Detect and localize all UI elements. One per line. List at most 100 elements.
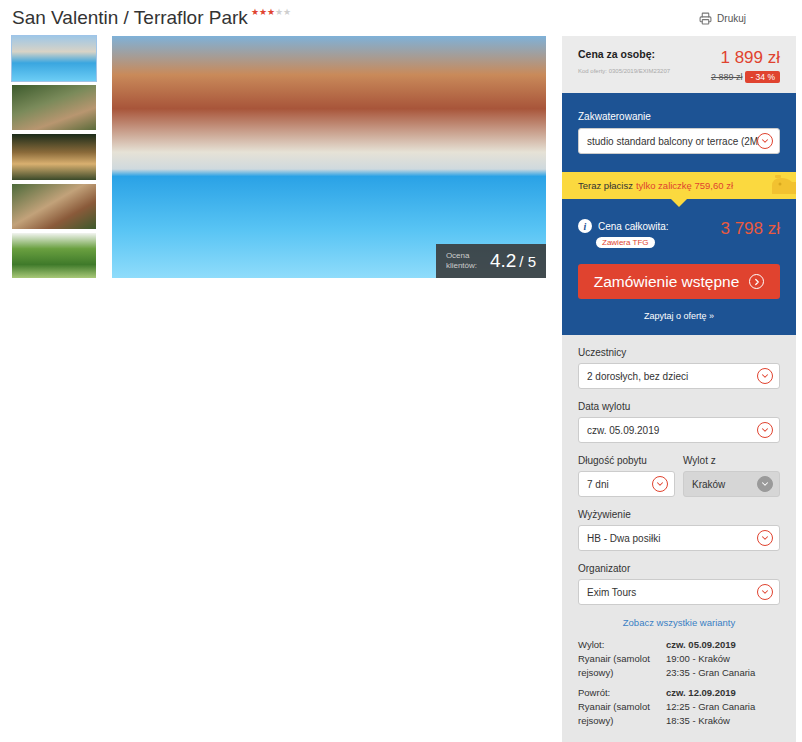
flight-segment: 18:35 - Kraków [666,714,780,728]
flight-label: Powrót: [578,686,654,700]
form-field: Długość pobytu 7 dni [578,455,675,497]
thumbnail[interactable] [12,233,96,278]
booking-panel: Cena za osobę: Kod oferty: 0305/2019/EXIM… [562,36,796,742]
field-label: Uczestnicy [578,347,780,358]
offer-page: San Valentin / Terraflor Park★★★★★Drukuj… [0,0,802,742]
select-value: Exim Tours [587,587,636,598]
deposit-text: Teraz płacisz [578,180,633,191]
flight-segment: 19:00 - Kraków [666,652,780,666]
field-select[interactable]: czw. 05.09.2019 [578,417,780,443]
piggy-bank-icon [766,172,796,199]
total-value: 3 798 zł [720,219,780,239]
old-price-row: 2 889 zł- 34 % [711,71,780,83]
field-select[interactable]: Exim Tours [578,579,780,605]
flight-date: czw. 05.09.2019 [666,638,780,652]
form-field: Wylot z Kraków [683,455,780,497]
print-label: Drukuj [717,13,746,24]
print-link[interactable]: Drukuj [699,12,746,25]
title-block: San Valentin / Terraflor Park★★★★★ [12,7,291,29]
star-icon: ★ [267,8,275,17]
gallery: Ocena klientów:4.2/ 5 [12,36,546,278]
total-section: i Cena całkowita: Zawiera TFG 3 798 zł Zamów… [562,199,796,335]
select-value: Kraków [692,479,725,490]
price-value: 1 899 zł [720,48,780,68]
rating-scale: / 5 [519,253,536,270]
thumbnail[interactable] [12,36,96,81]
star-icon: ★ [259,8,267,17]
flight-list: Wylot:Ryanair (samolot rejsowy)czw. 05.0… [578,638,780,728]
deposit-strip: Teraz płacisztylko zaliczkę 759,60 zł [562,172,796,199]
rating-label: Ocena klientów: [446,251,482,270]
chevron-down-icon [757,133,773,149]
chevron-down-icon [757,368,773,384]
flight: Wylot:Ryanair (samolot rejsowy) czw. 05.0… [578,638,780,680]
form-field: Data wylotu czw. 05.09.2019 [578,401,780,443]
variants-link[interactable]: Zobacz wszystkie warianty [578,617,780,628]
accommodation-select[interactable]: studio standard balcony or terrace (2MZ) [578,128,780,154]
chevron-down-icon [757,422,773,438]
price-label: Cena za osobę: [578,48,670,60]
flight: Powrót:Ryanair (samolot rejsowy) czw. 12.… [578,686,780,728]
thumbnail[interactable] [12,85,96,130]
form-row: Organizator Exim Tours [578,563,780,605]
select-value: HB - Dwa posiłki [587,533,660,544]
chevron-down-icon [652,476,668,492]
printer-icon [699,12,712,25]
total-label: Cena całkowita: [598,221,669,232]
total-row: i Cena całkowita: Zawiera TFG 3 798 zł [578,219,780,248]
ask-link[interactable]: Zapytaj o ofertę » [578,311,780,321]
chevron-down-icon [757,530,773,546]
flight-carrier: Ryanair (samolot rejsowy) [578,700,654,728]
form-field: Wyżywienie HB - Dwa posiłki [578,509,780,551]
accommodation-label: Zakwaterowanie [578,111,780,122]
flight-carrier: Ryanair (samolot rejsowy) [578,652,654,680]
field-label: Wylot z [683,455,780,466]
form-row: Długość pobytu 7 dni Wylot z Kraków [578,455,780,497]
star-icon: ★ [275,8,283,17]
flight-segment: 12:25 - Gran Canaria [666,700,780,714]
field-label: Data wylotu [578,401,780,412]
price-values: 1 899 zł 2 889 zł- 34 % [711,48,780,83]
star-icon: ★ [283,8,291,17]
star-rating: ★★★★★ [251,8,291,17]
offer-code: Kod oferty: 0305/2019/EXIM23207 [578,68,670,74]
field-select: Kraków [683,471,780,497]
field-label: Organizator [578,563,780,574]
thumbnail-list [12,36,96,278]
main-photo[interactable]: Ocena klientów:4.2/ 5 [112,36,546,278]
options-form: Uczestnicy 2 dorosłych, bez dzieci Data wy… [562,335,796,742]
select-value: czw. 05.09.2019 [587,425,659,436]
select-value: studio standard balcony or terrace (2MZ) [587,136,751,147]
form-field: Uczestnicy 2 dorosłych, bez dzieci [578,347,780,389]
deposit-amount: tylko zaliczkę 759,60 zł [636,180,733,191]
select-value: 7 dni [587,479,609,490]
left-column: Ocena klientów:4.2/ 5 [12,36,546,742]
chevron-down-icon [757,584,773,600]
field-label: Wyżywienie [578,509,780,520]
price-section: Cena za osobę: Kod oferty: 0305/2019/EXIM… [562,36,796,93]
form-row: Uczestnicy 2 dorosłych, bez dzieci [578,347,780,389]
info-icon[interactable]: i [578,219,592,233]
tfg-badge: Zawiera TFG [596,237,655,248]
field-select[interactable]: 7 dni [578,471,675,497]
content: Ocena klientów:4.2/ 5 Cena za osobę: Kod o… [0,36,802,742]
accommodation-section: Zakwaterowanie studio standard balcony or… [562,93,796,172]
hotel-title: San Valentin / Terraflor Park [12,7,248,29]
form-field: Organizator Exim Tours [578,563,780,605]
flight-label: Wylot: [578,638,654,652]
order-button-label: Zamówienie wstępne [594,273,740,291]
arrow-right-icon [749,274,764,289]
select-value: 2 dorosłych, bez dzieci [587,371,688,382]
field-select[interactable]: HB - Dwa posiłki [578,525,780,551]
thumbnail[interactable] [12,134,96,179]
discount-badge: - 34 % [745,71,780,83]
field-select[interactable]: 2 dorosłych, bez dzieci [578,363,780,389]
flight-date: czw. 12.09.2019 [666,686,780,700]
form-row: Data wylotu czw. 05.09.2019 [578,401,780,443]
flight-segment: 23:35 - Gran Canaria [666,666,780,680]
field-label: Długość pobytu [578,455,675,466]
order-button[interactable]: Zamówienie wstępne [578,264,780,299]
rating-badge: Ocena klientów:4.2/ 5 [436,244,546,278]
star-icon: ★ [251,8,259,17]
thumbnail[interactable] [12,184,96,229]
